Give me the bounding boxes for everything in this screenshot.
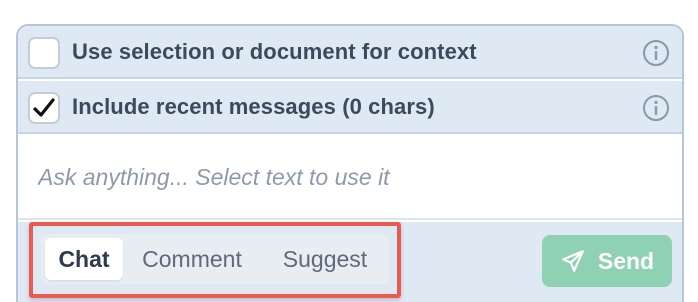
mode-selector-highlight: Chat Comment Suggest <box>29 222 401 298</box>
info-icon[interactable] <box>642 39 670 67</box>
send-button-label: Send <box>597 247 655 274</box>
checkmark-icon <box>33 98 55 117</box>
context-option-label: Use selection or document for context <box>72 39 477 64</box>
recent-messages-option-row[interactable]: Include recent messages (0 chars) <box>18 81 682 134</box>
send-button[interactable]: Send <box>542 235 672 287</box>
context-option-row[interactable]: Use selection or document for context <box>18 26 682 79</box>
recent-messages-checkbox[interactable] <box>28 92 60 124</box>
info-icon[interactable] <box>642 94 670 122</box>
mode-tab-suggest[interactable]: Suggest <box>269 238 381 280</box>
prompt-input-area <box>18 136 682 220</box>
prompt-input[interactable] <box>38 160 658 194</box>
context-checkbox[interactable] <box>28 37 60 69</box>
paper-plane-icon <box>562 250 584 272</box>
mode-tab-chat[interactable]: Chat <box>45 238 123 280</box>
bottom-toolbar: Chat Comment Suggest Send <box>18 222 682 302</box>
mode-segmented-control: Chat Comment Suggest <box>41 234 389 284</box>
recent-messages-option-label: Include recent messages (0 chars) <box>72 94 435 119</box>
mode-tab-comment[interactable]: Comment <box>127 238 257 280</box>
chat-input-panel: Use selection or document for context In… <box>16 24 684 302</box>
